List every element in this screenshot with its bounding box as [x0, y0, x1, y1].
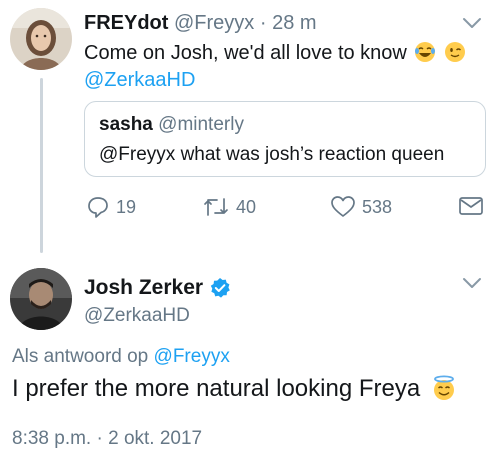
tweet-actions: 19 40 538 [84, 195, 486, 225]
reply-to-link[interactable]: @Freyyx [154, 346, 230, 367]
halo-smiling-emoji-icon [431, 375, 457, 401]
quoted-tweet[interactable]: sasha @minterly @Freyyx what was josh’s … [84, 101, 486, 177]
retweet-count: 40 [236, 196, 257, 217]
reply-count: 19 [116, 196, 137, 217]
display-name-row: Josh Zerker [84, 276, 231, 300]
chevron-down-icon[interactable] [462, 276, 482, 290]
like-button[interactable]: 538 [330, 195, 392, 219]
like-count: 538 [362, 196, 393, 217]
thread-line [40, 78, 43, 253]
direct-message-button[interactable] [458, 195, 490, 217]
display-name[interactable]: FREYdot [84, 12, 168, 34]
tweet-time[interactable]: 28 m [272, 12, 316, 34]
quote-display-name: sasha [99, 114, 153, 135]
avatar[interactable] [10, 8, 72, 70]
reply-prefix: Als antwoord op [12, 346, 149, 367]
tweet-header: FREYdot @Freyyx · 28 m [84, 12, 317, 35]
reply-button[interactable]: 19 [86, 195, 136, 219]
winking-emoji-icon [444, 41, 466, 63]
timestamp[interactable]: 8:38 p.m. · 2 okt. 2017 [12, 428, 202, 450]
retweet-icon [204, 198, 228, 216]
reply-context: Als antwoord op @Freyyx [12, 346, 230, 368]
separator: · [259, 12, 267, 34]
quote-handle: @minterly [158, 114, 244, 135]
heart-icon [331, 196, 355, 217]
tweet-text: I prefer the more natural looking Freya [12, 375, 457, 403]
reply-icon [88, 197, 108, 218]
tweet-text: Come on Josh, we'd all love to know @Zer… [84, 40, 466, 94]
mention-link[interactable]: @ZerkaaHD [84, 69, 195, 91]
retweet-button[interactable]: 40 [202, 195, 256, 219]
chevron-down-icon[interactable] [462, 16, 482, 30]
laughing-crying-emoji-icon [414, 41, 436, 63]
tweet-body: Come on Josh, we'd all love to know [84, 42, 407, 64]
quote-text: @Freyyx what was josh’s reaction queen [99, 144, 445, 165]
display-name[interactable]: Josh Zerker [84, 276, 203, 300]
envelope-icon [459, 197, 483, 215]
verified-badge-icon [210, 278, 230, 298]
handle[interactable]: @ZerkaaHD [84, 305, 190, 327]
avatar[interactable] [10, 268, 72, 330]
tweet-body: I prefer the more natural looking Freya [12, 375, 421, 402]
handle[interactable]: @Freyyx [174, 12, 254, 34]
quote-header: sasha @minterly [99, 114, 244, 136]
